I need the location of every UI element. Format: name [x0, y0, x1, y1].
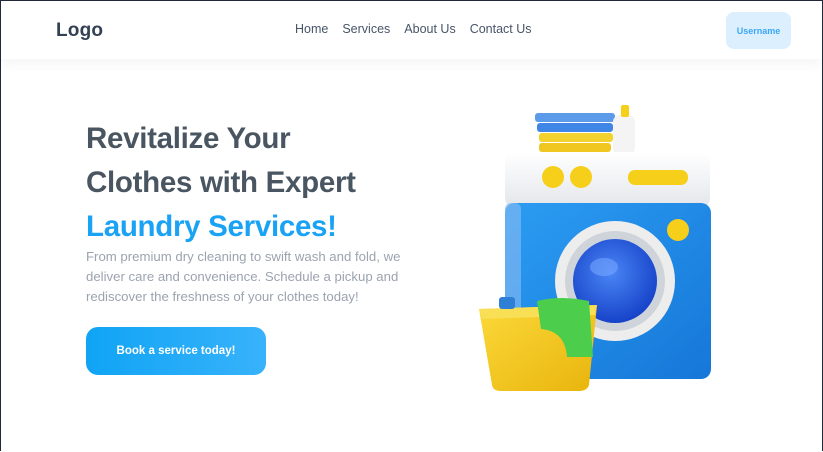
top-navbar: Logo Home Services About Us Contact Us U… [1, 1, 822, 59]
hero-title-line-1: Revitalize Your [86, 122, 291, 155]
main-nav: Home Services About Us Contact Us [295, 22, 532, 36]
nav-home-link[interactable]: Home [295, 22, 328, 36]
logo[interactable]: Logo [56, 20, 103, 42]
nav-services-link[interactable]: Services [342, 22, 390, 36]
book-service-button[interactable]: Book a service today! [86, 327, 266, 375]
nav-about-link[interactable]: About Us [404, 22, 455, 36]
hero-description: From premium dry cleaning to swift wash … [86, 249, 401, 304]
page-frame: Logo Home Services About Us Contact Us U… [0, 0, 823, 451]
username-button[interactable]: Username [726, 12, 791, 49]
hero-title-line-2: Clothes with Expert [86, 166, 356, 199]
hero-title-accent: Laundry Services! [86, 210, 337, 243]
nav-contact-link[interactable]: Contact Us [470, 22, 532, 36]
washing-machine-icon [471, 101, 721, 396]
hero-title: Revitalize Your Clothes with Expert Laun… [86, 117, 356, 249]
